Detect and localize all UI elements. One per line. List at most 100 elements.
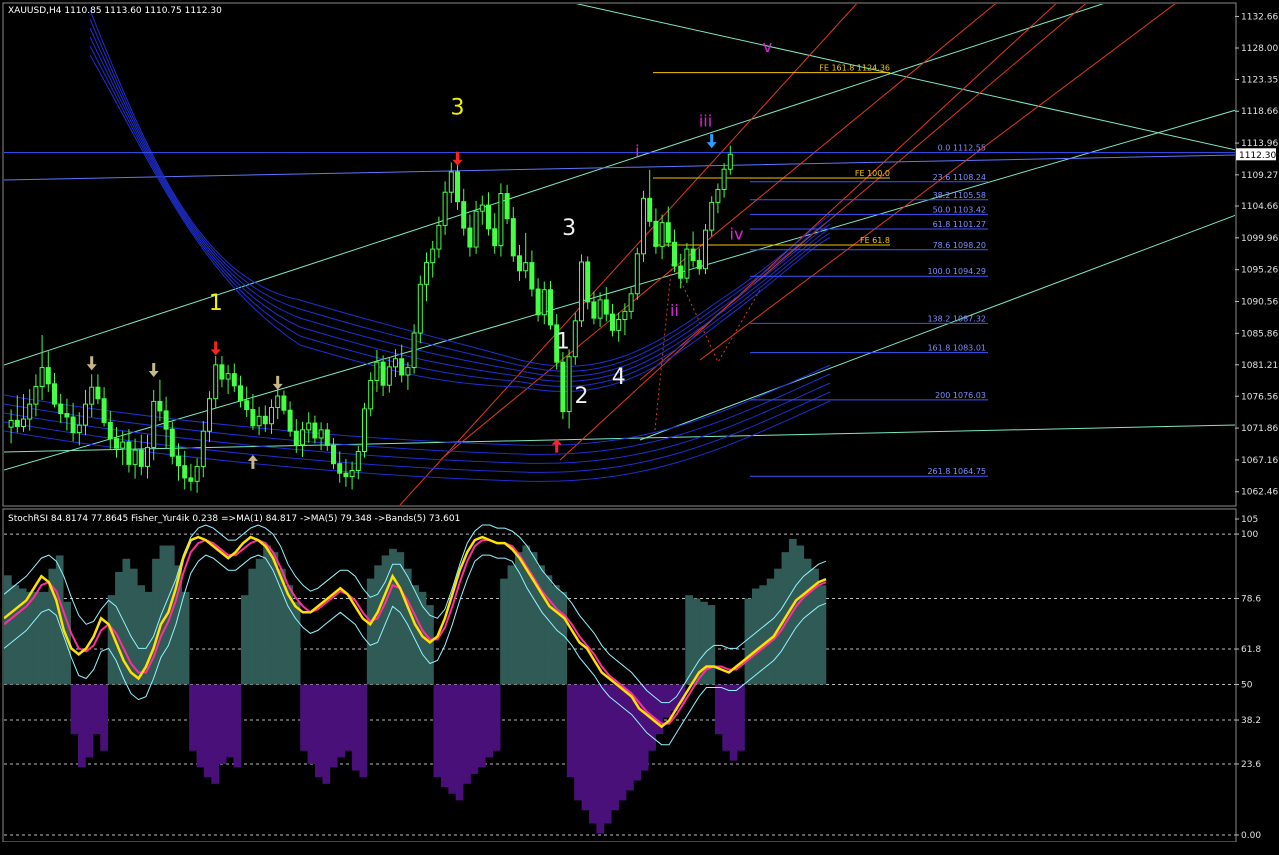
candle-body	[591, 301, 597, 319]
indicator-pane-title: StochRSI 84.8174 77.8645 Fisher_Yur4ik 0…	[8, 514, 460, 524]
histogram-bar	[100, 684, 108, 751]
candle-body	[244, 400, 250, 411]
histogram-bar	[759, 585, 768, 685]
candle-body	[442, 191, 448, 226]
indicator-tick-label: 38.2	[1241, 716, 1261, 726]
candle-body	[548, 289, 553, 326]
candle-body	[616, 318, 622, 331]
candle-body	[58, 403, 64, 415]
histogram-bar	[255, 558, 264, 685]
candle-body	[101, 398, 107, 423]
candle-body	[318, 429, 324, 439]
candle-body	[504, 193, 510, 220]
candle-body	[306, 422, 312, 431]
fib-level-label: 50.0 1103.42	[933, 205, 986, 214]
candle-body	[64, 413, 70, 418]
fib-level-label: 61.8 1101.27	[933, 220, 986, 229]
histogram-bar	[818, 585, 827, 685]
candle-body	[337, 463, 343, 474]
candle-body	[486, 204, 491, 230]
price-tick-label: 1085.86	[1241, 329, 1278, 339]
candle-body	[300, 429, 305, 446]
time-axis-strip	[0, 842, 1279, 855]
wave-label: 1	[209, 291, 223, 316]
candle-body	[157, 400, 163, 412]
wave-label: iv	[730, 225, 744, 244]
histogram-bar	[729, 684, 738, 761]
candle-body	[163, 410, 169, 430]
candle-body	[219, 364, 225, 380]
candle-body	[151, 400, 157, 448]
candle-body	[641, 197, 646, 255]
fib-level-label: 200 1076.03	[935, 391, 986, 400]
fib-level-label: 161.8 1083.01	[927, 344, 986, 353]
histogram-bar	[803, 558, 812, 685]
candle-body	[83, 403, 88, 426]
histogram-bar	[426, 605, 434, 685]
fib-level-label: 261.8 1064.75	[927, 467, 986, 476]
candle-body	[14, 419, 20, 427]
histogram-bar	[455, 684, 464, 801]
candle-body	[145, 446, 150, 467]
histogram-bar	[78, 684, 86, 768]
histogram-bar	[751, 588, 760, 685]
histogram-bar	[352, 684, 360, 771]
histogram-bar	[722, 684, 731, 751]
indicator-tick-label: 78.6	[1241, 594, 1261, 604]
candle-body	[424, 262, 429, 285]
candle-body	[566, 356, 572, 413]
histogram-bar	[574, 684, 582, 801]
candle-body	[703, 229, 708, 270]
candle-body	[52, 383, 57, 405]
candle-body	[21, 418, 26, 427]
price-tick-label: 1118.66	[1241, 107, 1278, 117]
candle-body	[33, 386, 39, 405]
histogram-bar	[359, 684, 368, 778]
fe-level-label: FE 61.8	[860, 236, 890, 245]
histogram-bar	[707, 605, 716, 685]
histogram-bar	[596, 684, 605, 834]
candle-body	[411, 332, 417, 369]
fe-level-label: FE 100.0	[855, 169, 890, 178]
price-tick-label: 1109.27	[1241, 171, 1278, 181]
price-tick-label: 1081.21	[1241, 361, 1278, 371]
candle-body	[430, 248, 436, 264]
indicator-tick-label: 23.6	[1241, 760, 1261, 770]
candle-body	[678, 265, 684, 279]
price-tick-label: 1128.00	[1241, 44, 1278, 54]
candle-body	[659, 222, 665, 247]
candle-body	[672, 241, 677, 267]
histogram-bar	[396, 552, 405, 685]
candle-body	[690, 248, 696, 262]
candle-body	[107, 421, 113, 440]
candle-body	[715, 189, 721, 203]
histogram-bar	[796, 545, 805, 685]
candle-body	[126, 441, 132, 465]
candle-body	[541, 289, 547, 316]
candle-body	[70, 416, 76, 434]
wave-label: 1	[556, 330, 570, 355]
histogram-bar	[329, 684, 338, 768]
histogram-bar	[507, 565, 516, 685]
candle-body	[213, 364, 219, 400]
candle-body	[684, 248, 690, 279]
histogram-bar	[618, 684, 627, 801]
candle-body	[256, 415, 262, 427]
candle-body	[597, 299, 603, 319]
histogram-bar	[189, 684, 197, 751]
candle-body	[603, 299, 609, 315]
wave-label: ii	[670, 301, 679, 320]
candle-body	[721, 168, 727, 191]
candle-body	[312, 422, 318, 439]
histogram-bar	[537, 565, 545, 685]
fe-level-label: FE 161.8 1124.36	[819, 64, 890, 73]
histogram-bar	[714, 684, 723, 735]
candle-body	[529, 262, 535, 290]
candle-body	[560, 361, 566, 413]
candle-body	[510, 218, 516, 257]
candle-body	[45, 367, 51, 385]
candle-body	[473, 210, 479, 248]
trading-chart[interactable]: 0.0 1112.55 23.6 1108.24 38.2 1105.58 50.0 …	[0, 0, 1279, 855]
candle-body	[207, 398, 212, 432]
histogram-bar	[270, 552, 279, 685]
